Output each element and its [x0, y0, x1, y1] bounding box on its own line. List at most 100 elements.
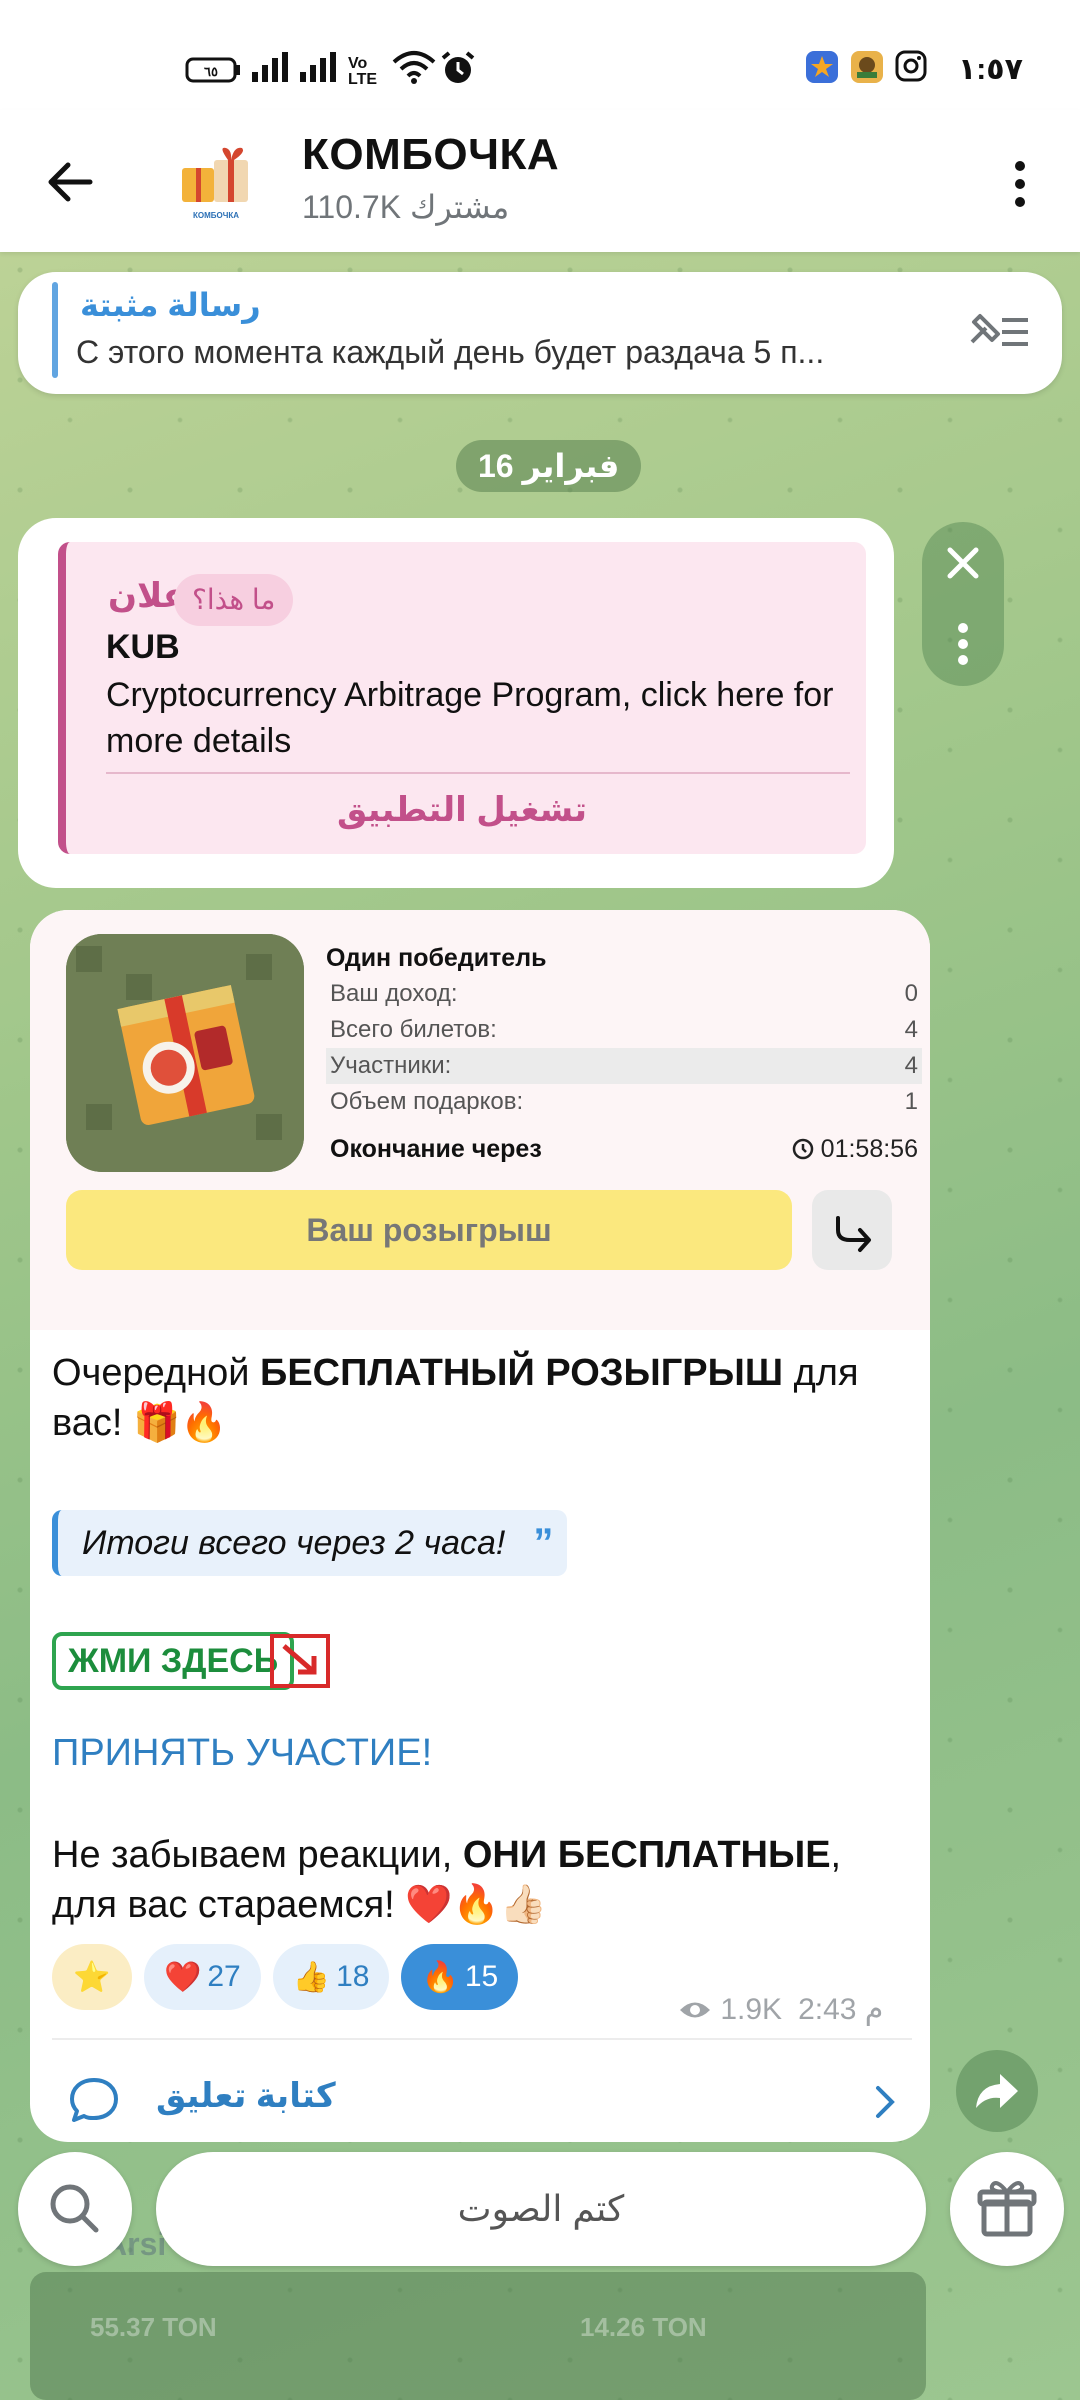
- end-time: 01:58:56: [820, 1135, 918, 1163]
- giveaway-heading: Один победитель: [326, 944, 547, 972]
- write-comment-button[interactable]: كتابة تعليق: [52, 2066, 912, 2136]
- search-icon: [50, 2184, 99, 2233]
- reaction-count: 18: [336, 1960, 370, 1993]
- chat-header: КОМБОЧКА КОМБОЧКА 110.7K مشترك: [0, 110, 1080, 252]
- reaction-count: 27: [207, 1960, 241, 1993]
- pinned-message-bar[interactable]: رسالة مثبتة С этого момента каждый день …: [18, 272, 1062, 394]
- giveaway-image: [66, 934, 304, 1172]
- clock: ١:٥٧: [958, 53, 1023, 86]
- quote-block: Итоги всего через 2 часа! ”: [52, 1510, 568, 1576]
- text-segment: Не забываем реакции,: [52, 1834, 463, 1876]
- star-icon: ⭐: [73, 1960, 111, 1994]
- forward-arrow-icon: [976, 2074, 1018, 2108]
- more-vertical-icon: [1015, 161, 1025, 207]
- eye-icon: [680, 2002, 710, 2017]
- peek-text-2: 14.26 TON: [580, 2312, 707, 2342]
- row-label: Объем подарков:: [330, 1088, 524, 1115]
- end-timer: 01:58:56: [791, 1124, 918, 1174]
- giveaway-row: Всего билетов: 4: [326, 1012, 922, 1048]
- forward-button[interactable]: [956, 2050, 1038, 2132]
- volte-label: Vo LTE: [348, 55, 378, 88]
- views: 1.9K: [678, 1993, 782, 2027]
- row-value: 1: [904, 1088, 918, 1115]
- close-icon[interactable]: [947, 547, 979, 579]
- share-giveaway-button[interactable]: [812, 1190, 892, 1270]
- sponsored-content: إعلان ما هذا؟ KUB Cryptocurrency Arbitra…: [58, 542, 866, 854]
- heart-icon: ❤️: [164, 1960, 202, 1994]
- channel-title[interactable]: КОМБОЧКА: [302, 130, 559, 180]
- row-label: Участники:: [330, 1052, 452, 1079]
- quote-text: Итоги всего через 2 часа!: [82, 1524, 506, 1562]
- arrow-down-right-icon: [270, 1632, 332, 1690]
- launch-app-button[interactable]: تشغيل التطبيق: [58, 790, 866, 830]
- comment-divider: [52, 2038, 912, 2040]
- end-label: Окончание через: [330, 1135, 542, 1163]
- battery-level: ٦٥: [204, 64, 218, 79]
- join-giveaway-link[interactable]: ПРИНЯТЬ УЧАСТИЕ!: [52, 1732, 432, 1775]
- row-value: 4: [904, 1052, 918, 1079]
- comment-label: كتابة تعليق: [156, 2077, 336, 2115]
- wifi-icon: [392, 50, 436, 91]
- chevron-right-icon: [876, 2086, 895, 2118]
- reaction-count: 15: [464, 1960, 499, 1993]
- pinned-list-button[interactable]: [964, 302, 1034, 362]
- more-menu-button[interactable]: [1000, 154, 1040, 214]
- text-bold: ОНИ БЕСПЛАТНЫЕ: [462, 1834, 831, 1876]
- press-here-sticker[interactable]: ЖМИ ЗДЕСЬ: [52, 1632, 295, 1690]
- comment-bubble-icon: [70, 2078, 118, 2122]
- more-vertical-icon[interactable]: [958, 623, 968, 665]
- pinned-indicator: [52, 282, 58, 378]
- view-count: 1.9K: [720, 1992, 783, 2026]
- ad-text: Cryptocurrency Arbitrage Program, click …: [106, 676, 834, 760]
- text-segment: Очередной: [52, 1352, 260, 1394]
- reaction-thumbs-up[interactable]: 👍 18: [272, 1944, 390, 2010]
- search-button[interactable]: [18, 2152, 132, 2266]
- row-value: 4: [904, 1016, 918, 1043]
- reaction-heart[interactable]: ❤️ 27: [144, 1944, 261, 2010]
- ad-divider: [106, 772, 850, 774]
- row-label: Всего билетов:: [330, 1016, 497, 1043]
- avatar-caption: КОМБОЧКА: [193, 211, 239, 220]
- reactions-bar: ⭐ ❤️ 27 👍 18 🔥 15: [52, 1944, 519, 2010]
- battery-icon: ٦٥: [185, 56, 241, 91]
- pinned-text: С этого момента каждый день будет раздач…: [76, 334, 825, 370]
- what-is-this-button[interactable]: ما هذا؟: [174, 574, 294, 626]
- row-label: Ваш доход:: [330, 980, 458, 1007]
- giveaway-rows: Ваш доход: 0 Всего билетов: 4 Участники: 4 …: [326, 976, 922, 1120]
- reaction-fire[interactable]: 🔥 15: [401, 1944, 519, 2010]
- post-time: 2:43 م: [798, 1993, 884, 2026]
- game-notification-icon: [850, 50, 884, 91]
- arrow-left-icon: [48, 162, 93, 202]
- channel-avatar[interactable]: КОМБОЧКА: [170, 138, 262, 230]
- gift-button[interactable]: [950, 2152, 1064, 2266]
- pinned-title: رسالة مثبتة: [80, 287, 261, 323]
- share-arrow-icon: [836, 1216, 871, 1252]
- post-text-1: Очередной БЕСПЛАТНЫЙ РОЗЫГРЫШ для вас! 🎁…: [52, 1348, 912, 1448]
- pin-list-icon: [970, 314, 1028, 346]
- background-message-peek: 55.37 TON 14.26 TON: [30, 2272, 926, 2400]
- signal-icon: [250, 50, 290, 91]
- giveaway-card[interactable]: Один победитель Ваш доход: 0 Всего билето…: [30, 910, 930, 1330]
- post-text-2: Не забываем реакции, ОНИ БЕСПЛАТНЫЕ, для…: [52, 1830, 912, 1930]
- quote-mark-icon: ”: [533, 1521, 554, 1565]
- app-notification-icon: [805, 50, 839, 91]
- giveaway-row: Объем подарков: 1: [326, 1084, 922, 1120]
- thumbs-up-icon: 👍: [292, 1960, 331, 1994]
- mute-button[interactable]: كتم الصوت: [156, 2152, 926, 2266]
- back-button[interactable]: [40, 152, 100, 212]
- clock-icon: [792, 1138, 813, 1160]
- date-separator: 16 فبراير: [456, 440, 642, 492]
- gift-icon: [977, 2181, 1037, 2237]
- signal-icon-2: [298, 50, 338, 91]
- channel-post[interactable]: Один победитель Ваш доход: 0 Всего билето…: [30, 910, 930, 2142]
- reaction-star[interactable]: ⭐: [52, 1944, 132, 2010]
- subscriber-count: 110.7K مشترك: [302, 189, 510, 225]
- fire-icon: 🔥: [421, 1960, 459, 1994]
- giveaway-table: Один победитель Ваш доход: 0 Всего билето…: [326, 940, 922, 1174]
- your-giveaway-button[interactable]: Ваш розыгрыш: [66, 1190, 792, 1270]
- giveaway-end: Окончание через 01:58:56: [326, 1124, 922, 1174]
- peek-text-1: 55.37 TON: [90, 2312, 217, 2342]
- giveaway-row: Ваш доход: 0: [326, 976, 922, 1012]
- post-meta: 1.9K 2:43 م: [678, 1992, 883, 2027]
- ad-actions: [922, 522, 1004, 686]
